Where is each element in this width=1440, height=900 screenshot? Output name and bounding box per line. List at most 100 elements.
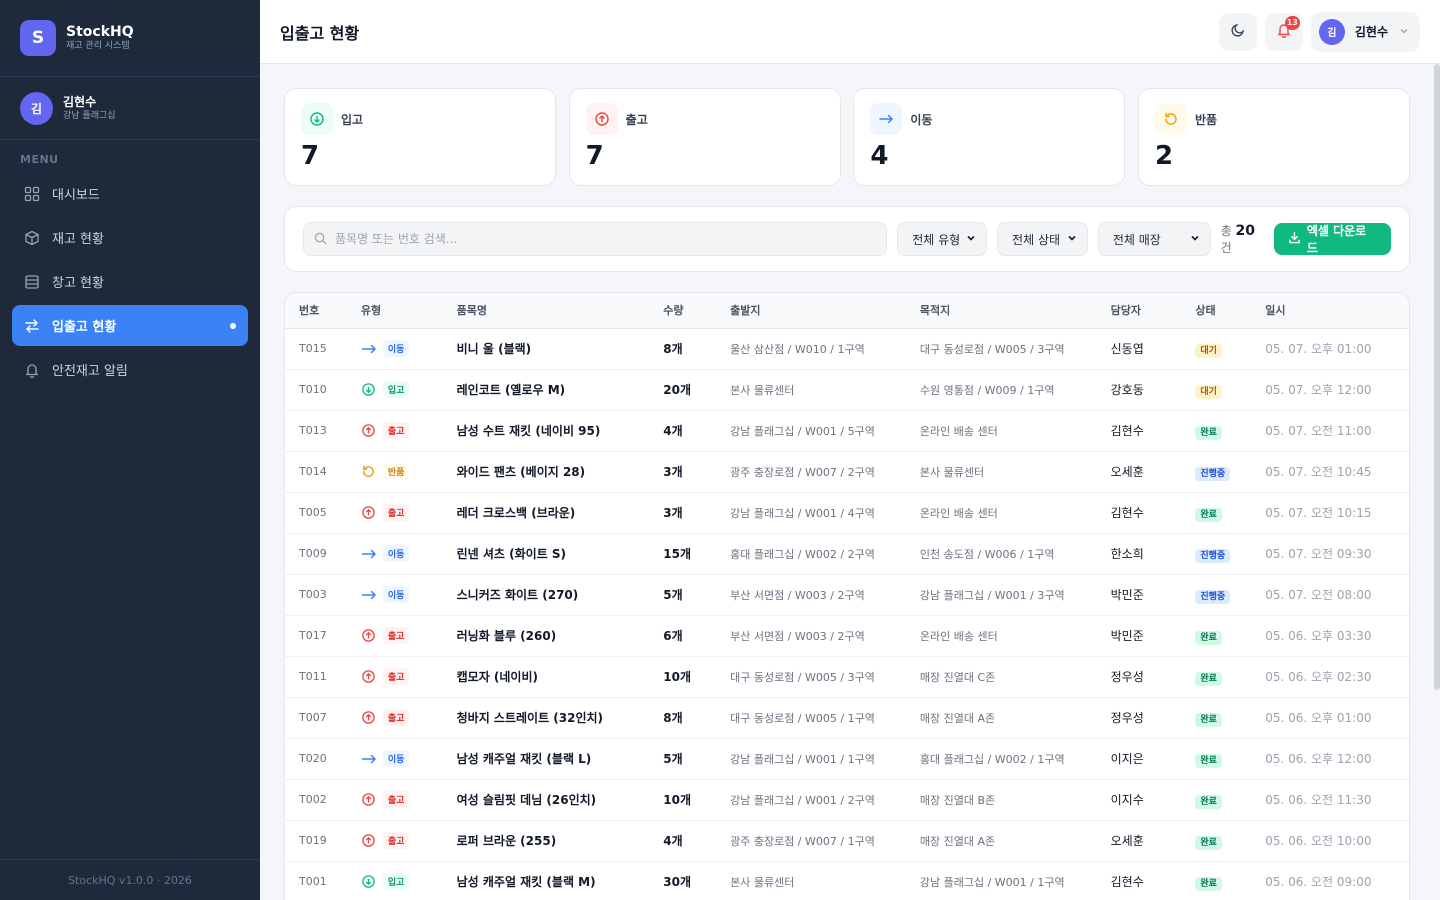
cell-origin: 울산 삼산점 / W010 / 1구역 [730,342,865,356]
warehouse-icon [24,274,40,290]
theme-toggle-button[interactable] [1218,12,1257,51]
cell-type: 이동 [347,738,443,779]
sidebar-item-dashboard[interactable]: 대시보드 [12,173,248,214]
total-prefix: 총 [1220,224,1232,238]
arrow-down-circle-icon [361,382,377,398]
table-row[interactable]: T002 출고 여성 슬림핏 데님 (26인치) 10개 강남 플래그십 / W001 … [285,779,1409,820]
table-row[interactable]: T017 출고 러닝화 블루 (260) 6개 부산 서면점 / W003 / 2구역 온… [285,615,1409,656]
cell-item-name: 캡모자 (네이비) [456,670,538,684]
rotate-icon [361,464,377,480]
table-row[interactable]: T014 반품 와이드 팬츠 (베이지 28) 3개 광주 충장로점 / W007 / … [285,451,1409,492]
status-badge: 완료 [1195,425,1222,440]
chevron-down-icon [1190,232,1200,246]
cell-datetime: 05. 06. 오후 01:00 [1265,711,1372,725]
cell-type: 출고 [347,615,443,656]
cell-type: 입고 [347,369,443,410]
cell-destination: 온라인 배송 센터 [919,506,998,520]
table-row[interactable]: T015 이동 비니 울 (블랙) 8개 울산 삼산점 / W010 / 1구역 대구 동… [285,328,1409,369]
table-row[interactable]: T003 이동 스니커즈 화이트 (270) 5개 부산 서면점 / W003 / 2구… [285,574,1409,615]
status-badge: 완료 [1195,671,1222,686]
column-header[interactable]: 상태 [1181,293,1251,328]
cell-item-name: 비니 울 (블랙) [456,342,532,356]
table-row[interactable]: T011 출고 캡모자 (네이비) 10개 대구 동성로점 / W005 / 3구역 매장… [285,656,1409,697]
column-header[interactable]: 번호 [285,293,347,328]
user-menu[interactable]: 김 김현수 [1310,11,1420,52]
sidebar-footer: StockHQ v1.0.0 · 2026 [0,859,260,900]
table-row[interactable]: T010 입고 레인코트 (옐로우 M) 20개 본사 물류센터 수원 영통점 / W00… [285,369,1409,410]
stat-label: 이동 [910,112,933,127]
arrow-up-circle-icon [361,669,377,685]
store-filter-select[interactable]: 전체 매장 [1097,222,1211,256]
cell-id: T015 [299,342,327,355]
type-badge: 출고 [382,832,410,849]
type-badge: 출고 [382,709,410,726]
cell-origin: 강남 플래그십 / W001 / 1구역 [730,752,875,766]
arrow-right-icon [361,546,377,562]
cell-item-name: 여성 슬림핏 데님 (26인치) [456,793,597,807]
cell-datetime: 05. 06. 오후 03:30 [1265,629,1372,643]
cell-destination: 강남 플래그십 / W001 / 1구역 [919,875,1065,889]
sidebar-item-inventory[interactable]: 재고 현황 [12,217,248,258]
type-filter-select[interactable]: 전체 유형 [897,222,988,256]
type-badge: 출고 [382,504,410,521]
cell-datetime: 05. 06. 오후 12:00 [1265,752,1372,766]
cell-manager: 김현수 [1110,875,1144,889]
stat-label: 출고 [625,112,648,127]
arrow-right-icon [361,587,377,603]
dashboard-icon [24,186,40,202]
page-scrollbar[interactable] [1434,64,1440,690]
table-row[interactable]: T005 출고 레더 크로스백 (브라운) 3개 강남 플래그십 / W001 / 4구… [285,492,1409,533]
table-row[interactable]: T013 출고 남성 수트 재킷 (네이비 95) 4개 강남 플래그십 / W001 … [285,410,1409,451]
sidebar-item-label: 안전재고 알림 [52,364,128,379]
table-header-row: 번호 유형 품목명 수량 출발지 목적지 담당자 상태 일시 [285,293,1409,328]
cell-type: 반품 [347,451,443,492]
search-input[interactable] [335,232,855,246]
cell-origin: 홍대 플래그십 / W002 / 2구역 [730,547,875,561]
brand[interactable]: S StockHQ 재고 관리 시스템 [0,0,260,77]
table-row[interactable]: T001 입고 남성 캐주얼 재킷 (블랙 M) 30개 본사 물류센터 강남 플래그십 … [285,861,1409,900]
avatar: 김 [20,91,53,125]
table-row[interactable]: T020 이동 남성 캐주얼 재킷 (블랙 L) 5개 강남 플래그십 / W001 /… [285,738,1409,779]
status-badge: 진행중 [1195,589,1231,604]
column-header[interactable]: 일시 [1251,293,1409,328]
excel-download-button[interactable]: 엑셀 다운로드 [1273,223,1391,255]
total-count-value: 20 [1235,223,1255,239]
cell-status: 진행중 [1181,451,1251,492]
sidebar-item-warehouse[interactable]: 창고 현황 [12,261,248,302]
cell-origin: 강남 플래그십 / W001 / 2구역 [730,793,875,807]
cell-item-name: 레더 크로스백 (브라운) [456,506,576,520]
column-header[interactable]: 담당자 [1097,293,1182,328]
cell-quantity: 20개 [663,383,692,397]
cell-datetime: 05. 07. 오전 09:30 [1265,547,1372,561]
status-filter-select[interactable]: 전체 상태 [997,222,1088,256]
cell-quantity: 4개 [663,424,683,438]
search-box[interactable] [303,222,888,256]
table-row[interactable]: T009 이동 린넨 셔츠 (화이트 S) 15개 홍대 플래그십 / W002 / 2… [285,533,1409,574]
column-header[interactable]: 수량 [649,293,716,328]
table-row[interactable]: T019 출고 로퍼 브라운 (255) 4개 광주 충장로점 / W007 / 1구역… [285,820,1409,861]
cell-id: T014 [299,465,327,478]
sidebar-item-transfers[interactable]: 입출고 현황 [12,305,248,346]
column-header[interactable]: 출발지 [716,293,906,328]
cell-destination: 수원 영통점 / W009 / 1구역 [919,383,1055,397]
cell-quantity: 3개 [663,465,683,479]
notification-button[interactable]: 13 [1264,12,1303,51]
cell-origin: 광주 충장로점 / W007 / 2구역 [730,465,875,479]
column-header[interactable]: 유형 [347,293,443,328]
status-badge: 완료 [1195,712,1222,727]
table-row[interactable]: T007 출고 청바지 스트레이트 (32인치) 8개 대구 동성로점 / W005 /… [285,697,1409,738]
arrow-right-icon [361,751,377,767]
sidebar-user-name: 김현수 [63,94,97,109]
column-header[interactable]: 품목명 [443,293,650,328]
stat-value: 2 [1154,141,1174,171]
page-title: 입출고 현황 [280,23,360,43]
brand-name: StockHQ [66,24,134,40]
sidebar-item-safety-stock[interactable]: 안전재고 알림 [12,349,248,390]
cell-status: 완료 [1181,656,1251,697]
cell-id: T020 [299,752,327,765]
cell-status: 완료 [1181,738,1251,779]
brand-logo: S [20,20,56,56]
column-header[interactable]: 목적지 [906,293,1097,328]
stat-value: 7 [301,141,320,171]
notification-badge: 13 [1284,15,1300,30]
